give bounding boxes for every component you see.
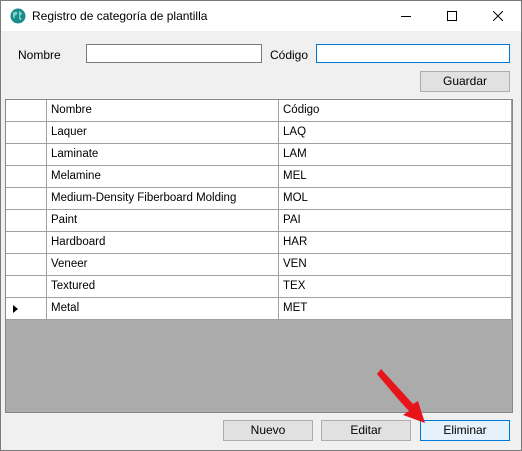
row-selector[interactable] [6,232,47,254]
codigo-input[interactable] [316,44,510,63]
cell-nombre[interactable]: Metal [47,298,279,320]
minimize-button[interactable] [383,1,429,31]
new-button[interactable]: Nuevo [223,420,313,441]
cell-codigo[interactable]: LAQ [279,122,512,144]
window-title: Registro de categoría de plantilla [32,9,208,23]
table-row[interactable]: Laminate LAM [6,144,512,166]
row-selector[interactable] [6,276,47,298]
cell-nombre[interactable]: Laminate [47,144,279,166]
cell-codigo[interactable]: MEL [279,166,512,188]
table-row[interactable]: Veneer VEN [6,254,512,276]
row-selector[interactable] [6,122,47,144]
row-header-corner[interactable] [6,100,47,122]
column-header-codigo[interactable]: Código [279,100,512,122]
table-row[interactable]: Paint PAI [6,210,512,232]
cell-codigo[interactable]: MOL [279,188,512,210]
cell-nombre[interactable]: Textured [47,276,279,298]
row-selector[interactable] [6,254,47,276]
app-window: Registro de categoría de plantilla Nombr… [0,0,522,451]
maximize-icon [447,11,457,21]
table-row[interactable]: Medium-Density Fiberboard Molding MOL [6,188,512,210]
cell-nombre[interactable]: Paint [47,210,279,232]
globe-icon [10,8,26,24]
cell-codigo[interactable]: HAR [279,232,512,254]
cell-codigo[interactable]: LAM [279,144,512,166]
nombre-input[interactable] [86,44,262,63]
row-selector[interactable] [6,166,47,188]
close-icon [493,11,503,21]
cell-codigo[interactable]: VEN [279,254,512,276]
row-selector[interactable] [6,144,47,166]
grid-header: Nombre Código [6,100,512,122]
table-row[interactable]: Hardboard HAR [6,232,512,254]
maximize-button[interactable] [429,1,475,31]
table-row[interactable]: Metal MET [6,298,512,320]
current-row-arrow-icon [13,305,18,313]
table-row[interactable]: Textured TEX [6,276,512,298]
close-button[interactable] [475,1,521,31]
cell-nombre[interactable]: Medium-Density Fiberboard Molding [47,188,279,210]
red-arrow-icon [377,369,425,423]
codigo-label: Código [270,48,309,62]
title-bar[interactable]: Registro de categoría de plantilla [1,1,521,31]
cell-codigo[interactable]: PAI [279,210,512,232]
cell-nombre[interactable]: Hardboard [47,232,279,254]
cell-codigo[interactable]: TEX [279,276,512,298]
row-selector[interactable] [6,210,47,232]
row-selector[interactable] [6,298,47,320]
cell-nombre[interactable]: Laquer [47,122,279,144]
table-row[interactable]: Laquer LAQ [6,122,512,144]
nombre-label: Nombre [18,48,61,62]
row-selector[interactable] [6,188,47,210]
cell-nombre[interactable]: Veneer [47,254,279,276]
column-header-nombre[interactable]: Nombre [47,100,279,122]
minimize-icon [401,16,411,17]
save-button[interactable]: Guardar [420,71,510,92]
cell-nombre[interactable]: Melamine [47,166,279,188]
cell-codigo[interactable]: MET [279,298,512,320]
table-row[interactable]: Melamine MEL [6,166,512,188]
